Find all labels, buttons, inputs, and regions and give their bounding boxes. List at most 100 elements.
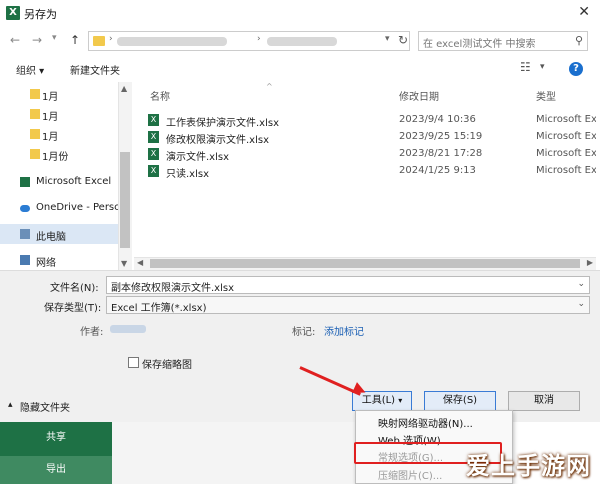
- sort-indicator-icon: ^: [266, 82, 273, 91]
- file-name: 演示文件.xlsx: [166, 152, 230, 163]
- organize-button[interactable]: 组织 ▾: [16, 62, 44, 77]
- chevron-down-icon[interactable]: ⌄: [577, 299, 585, 309]
- view-options-icon[interactable]: ☷: [520, 60, 531, 74]
- nav-item-label: 1月: [42, 112, 59, 123]
- blurred-author-value: [110, 325, 146, 333]
- file-row[interactable]: X 演示文件.xlsx 2023/8/21 17:28 Microsoft Ex: [148, 145, 596, 163]
- xlsx-file-icon: X: [148, 114, 159, 126]
- computer-icon: [20, 229, 30, 239]
- nav-item-label: 网络: [36, 258, 56, 269]
- file-modified: 2024/1/25 9:13: [399, 165, 476, 176]
- excel-app-icon: X: [6, 6, 20, 20]
- column-header-modified[interactable]: 修改日期: [399, 88, 439, 103]
- nav-item-label: OneDrive - Persc: [36, 202, 118, 213]
- nav-item-onedrive[interactable]: OneDrive - Persc: [0, 198, 118, 218]
- add-tag-link[interactable]: 添加标记: [324, 323, 364, 338]
- nav-item-folder[interactable]: 1月: [0, 84, 118, 104]
- column-header-type[interactable]: 类型: [536, 88, 556, 103]
- nav-item-network[interactable]: 网络: [0, 250, 118, 270]
- menu-item-compress-pictures[interactable]: 压缩图片(C)...: [378, 467, 442, 482]
- menu-item-map-network-drive[interactable]: 映射网络驱动器(N)...: [378, 415, 473, 430]
- backstage-share[interactable]: 共享: [0, 424, 112, 452]
- nav-item-this-pc[interactable]: 此电脑: [0, 224, 118, 244]
- caret-up-icon[interactable]: ▴: [8, 400, 13, 410]
- nav-item-excel[interactable]: Microsoft Excel: [0, 172, 118, 192]
- author-label: 作者:: [80, 327, 104, 338]
- file-modified: 2023/9/25 15:19: [399, 131, 483, 142]
- scroll-down-icon[interactable]: ▼: [121, 259, 127, 268]
- nav-item-label: 此电脑: [36, 232, 66, 243]
- back-arrow-icon[interactable]: ←: [10, 33, 20, 47]
- nav-item-label: 1月: [42, 132, 59, 143]
- nav-item-folder[interactable]: 1月: [0, 104, 118, 124]
- backstage-content: [112, 422, 355, 484]
- address-dropdown-icon[interactable]: ▾: [385, 34, 390, 44]
- file-type: Microsoft Ex: [536, 131, 596, 142]
- tags-label: 标记:: [292, 327, 316, 338]
- chevron-down-icon[interactable]: ⌄: [577, 279, 585, 289]
- nav-item-label: 1月: [42, 92, 59, 103]
- search-placeholder: 在 excel测试文件 中搜索: [423, 39, 536, 50]
- up-arrow-icon[interactable]: ↑: [70, 33, 80, 47]
- file-modified: 2023/9/4 10:36: [399, 114, 476, 125]
- excel-icon: [20, 177, 30, 187]
- close-icon[interactable]: ✕: [578, 4, 590, 20]
- view-dropdown-icon[interactable]: ▾: [540, 62, 545, 72]
- filename-label: 文件名(N):: [50, 283, 99, 294]
- forward-arrow-icon[interactable]: →: [32, 33, 42, 47]
- backstage-export[interactable]: 导出: [0, 456, 112, 484]
- filename-value: 副本修改权限演示文件.xlsx: [111, 283, 235, 294]
- file-row[interactable]: X 工作表保护演示文件.xlsx 2023/9/4 10:36 Microsof…: [148, 111, 596, 129]
- column-header-name[interactable]: 名称: [150, 88, 170, 103]
- path-separator-icon: ›: [109, 34, 113, 44]
- file-list: ^ 名称 修改日期 类型 X 工作表保护演示文件.xlsx 2023/9/4 1…: [134, 82, 596, 257]
- horizontal-scrollbar-thumb[interactable]: [150, 259, 580, 268]
- path-separator: ›: [257, 34, 261, 44]
- nav-item-folder[interactable]: 1月: [0, 124, 118, 144]
- save-thumbnail-label: 保存缩略图: [142, 360, 192, 371]
- command-bar: 组织 ▾ 新建文件夹 ☷ ▾: [0, 56, 600, 82]
- blurred-path: [117, 37, 227, 46]
- recent-dropdown-icon[interactable]: ▾: [52, 33, 57, 43]
- folder-icon: [30, 129, 40, 139]
- search-input[interactable]: 在 excel测试文件 中搜索 ⚲: [418, 31, 588, 51]
- file-row[interactable]: X 修改权限演示文件.xlsx 2023/9/25 15:19 Microsof…: [148, 128, 596, 146]
- scroll-left-icon[interactable]: ◀: [137, 258, 143, 267]
- file-row[interactable]: X 只读.xlsx 2024/1/25 9:13 Microsoft Ex: [148, 162, 596, 180]
- xlsx-file-icon: X: [148, 131, 159, 143]
- window-title: 另存为: [24, 8, 57, 21]
- refresh-icon[interactable]: ↻: [398, 33, 408, 47]
- nav-item-folder[interactable]: 1月份: [0, 144, 118, 164]
- onedrive-icon: [20, 205, 30, 212]
- help-icon[interactable]: ?: [569, 62, 583, 76]
- search-icon[interactable]: ⚲: [575, 34, 583, 47]
- hide-folders-button[interactable]: 隐藏文件夹: [20, 399, 70, 414]
- folder-icon: [30, 109, 40, 119]
- filename-input[interactable]: 副本修改权限演示文件.xlsx ⌄: [106, 276, 590, 294]
- filetype-value: Excel 工作簿(*.xlsx): [111, 303, 207, 314]
- file-type: Microsoft Ex: [536, 165, 596, 176]
- folder-icon: [30, 149, 40, 159]
- filetype-select[interactable]: Excel 工作簿(*.xlsx) ⌄: [106, 296, 590, 314]
- xlsx-file-icon: X: [148, 165, 159, 177]
- blurred-path: [267, 37, 337, 46]
- save-options-area: 文件名(N): 副本修改权限演示文件.xlsx ⌄ 保存类型(T): Excel…: [0, 270, 600, 394]
- new-folder-button[interactable]: 新建文件夹: [70, 62, 120, 77]
- scroll-up-icon[interactable]: ▲: [121, 84, 127, 93]
- file-modified: 2023/8/21 17:28: [399, 148, 483, 159]
- save-button[interactable]: 保存(S): [424, 391, 496, 411]
- title-bar: X 另存为 ✕: [0, 0, 600, 28]
- scroll-right-icon[interactable]: ▶: [587, 258, 593, 267]
- site-watermark: 爱上手游网: [466, 452, 591, 480]
- nav-scrollbar-thumb[interactable]: [120, 152, 130, 248]
- nav-item-label: Microsoft Excel: [36, 176, 112, 187]
- file-type: Microsoft Ex: [536, 148, 596, 159]
- address-field[interactable]: › › ▾: [88, 31, 410, 51]
- tools-label: 工具(L): [361, 395, 396, 406]
- folder-icon: [93, 36, 105, 46]
- navigation-pane: 1月 1月 1月 1月份 Microsoft Excel OneDrive - …: [0, 82, 132, 270]
- cancel-button[interactable]: 取消: [508, 391, 580, 411]
- file-type: Microsoft Ex: [536, 114, 596, 125]
- folder-icon: [30, 89, 40, 99]
- save-thumbnail-checkbox[interactable]: [128, 357, 139, 368]
